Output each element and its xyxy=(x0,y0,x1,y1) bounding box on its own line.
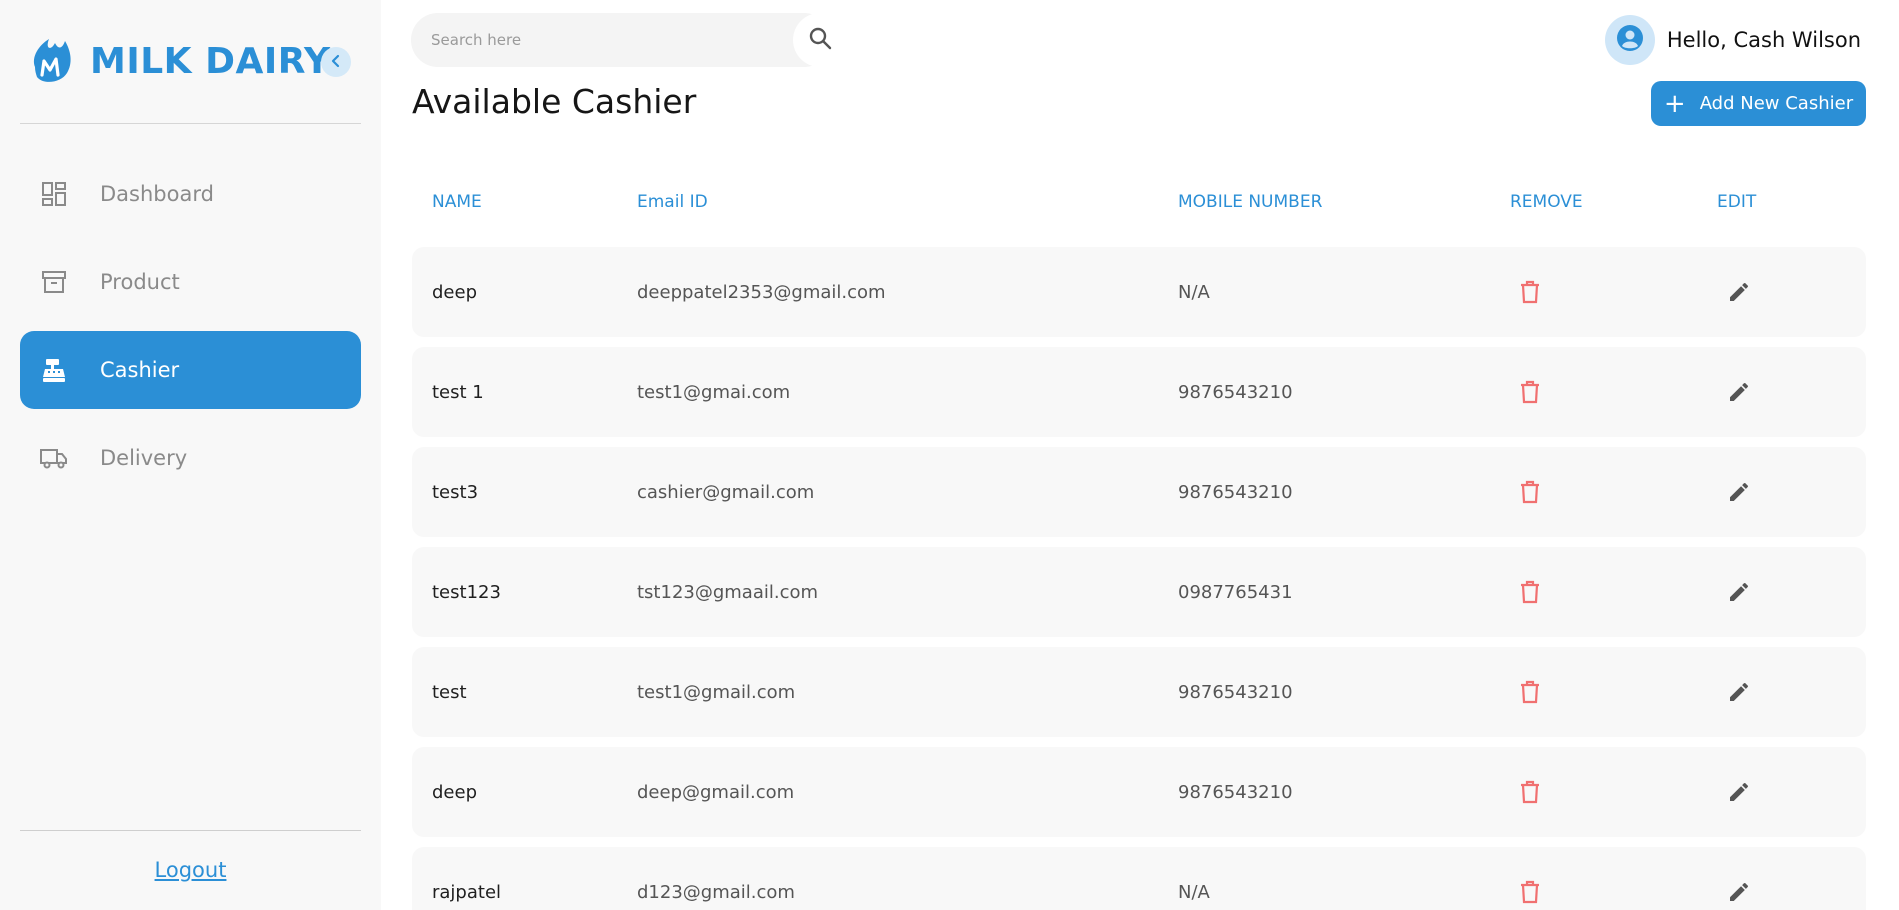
column-header-name: NAME xyxy=(432,192,482,212)
table-row: test3 cashier@gmail.com 9876543210 xyxy=(412,447,1866,537)
sidebar-item-delivery[interactable]: Delivery xyxy=(20,419,361,497)
edit-pencil-icon[interactable] xyxy=(1727,247,1751,337)
edit-pencil-icon[interactable] xyxy=(1727,547,1751,637)
user-circle-icon xyxy=(1616,24,1644,56)
cashier-mobile: 9876543210 xyxy=(1178,681,1293,703)
add-button-label: Add New Cashier xyxy=(1699,93,1854,114)
cashier-email: test1@gmail.com xyxy=(637,681,796,703)
sidebar-item-product[interactable]: Product xyxy=(20,243,361,321)
brand[interactable]: MILK DAIRY xyxy=(28,36,331,86)
cashier-mobile: N/A xyxy=(1178,281,1210,303)
cashier-name: rajpatel xyxy=(432,881,502,903)
add-new-cashier-button[interactable]: + Add New Cashier xyxy=(1651,81,1866,126)
cashier-name: deep xyxy=(432,281,477,303)
sidebar-item-cashier[interactable]: Cashier xyxy=(20,331,361,409)
edit-pencil-icon[interactable] xyxy=(1727,747,1751,837)
cash-register-icon xyxy=(40,356,68,384)
sidebar-nav: Dashboard Product Cashier Delivery xyxy=(20,155,361,507)
table-row: deep deeppatel2353@gmail.com N/A xyxy=(412,247,1866,337)
delete-icon[interactable] xyxy=(1520,647,1540,737)
cashier-email: deeppatel2353@gmail.com xyxy=(637,281,886,303)
cashier-mobile: 9876543210 xyxy=(1178,381,1293,403)
cashier-email: tst123@gmaail.com xyxy=(637,581,819,603)
milk-dairy-logo-icon xyxy=(28,36,74,86)
cashier-name: test 1 xyxy=(432,381,484,403)
user-profile[interactable]: Hello, Cash Wilson xyxy=(1604,14,1861,66)
column-header-edit: EDIT xyxy=(1717,192,1757,212)
delete-icon[interactable] xyxy=(1520,247,1540,337)
table-row: test 1 test1@gmai.com 9876543210 xyxy=(412,347,1866,437)
collapse-sidebar-button[interactable] xyxy=(321,47,351,77)
cashier-name: test xyxy=(432,681,467,703)
delete-icon[interactable] xyxy=(1520,547,1540,637)
cashier-mobile: 0987765431 xyxy=(1178,581,1293,603)
logout-container: Logout xyxy=(0,858,381,882)
truck-icon xyxy=(40,444,68,472)
table-header: NAME Email ID MOBILE NUMBER REMOVE EDIT xyxy=(412,188,1866,218)
sidebar: MILK DAIRY Dashboard Product Cashier Del… xyxy=(0,0,381,910)
table-row: deep deep@gmail.com 9876543210 xyxy=(412,747,1866,837)
cashier-name: test3 xyxy=(432,481,479,503)
cashier-mobile: N/A xyxy=(1178,881,1210,903)
search-bar xyxy=(411,13,831,67)
table-row: test123 tst123@gmaail.com 0987765431 xyxy=(412,547,1866,637)
sidebar-item-label: Delivery xyxy=(100,446,188,470)
plus-icon: + xyxy=(1663,88,1686,119)
cashier-name: test123 xyxy=(432,581,501,603)
cashier-mobile: 9876543210 xyxy=(1178,781,1293,803)
brand-name: MILK DAIRY xyxy=(90,40,331,82)
chevron-left-icon xyxy=(329,53,343,72)
delete-icon[interactable] xyxy=(1520,347,1540,437)
table-row: rajpatel d123@gmail.com N/A xyxy=(412,847,1866,910)
avatar xyxy=(1604,15,1655,65)
column-header-mobile: MOBILE NUMBER xyxy=(1178,192,1323,212)
cashier-name: deep xyxy=(432,781,477,803)
page-title: Available Cashier xyxy=(412,82,697,121)
cashier-table-body: deep deeppatel2353@gmail.com N/A test 1 … xyxy=(412,247,1866,910)
delete-icon[interactable] xyxy=(1520,847,1540,910)
sidebar-item-dashboard[interactable]: Dashboard xyxy=(20,155,361,233)
sidebar-item-label: Product xyxy=(100,270,180,294)
cashier-email: cashier@gmail.com xyxy=(637,481,815,503)
search-icon xyxy=(808,26,832,54)
edit-pencil-icon[interactable] xyxy=(1727,347,1751,437)
column-header-email: Email ID xyxy=(637,192,708,212)
archive-box-icon xyxy=(40,268,68,296)
column-header-remove: REMOVE xyxy=(1510,192,1583,212)
sidebar-divider xyxy=(20,123,361,124)
sidebar-item-label: Cashier xyxy=(100,358,180,382)
table-row: test test1@gmail.com 9876543210 xyxy=(412,647,1866,737)
delete-icon[interactable] xyxy=(1520,747,1540,837)
cashier-email: deep@gmail.com xyxy=(637,781,795,803)
user-greeting: Hello, Cash Wilson xyxy=(1666,28,1861,52)
search-button[interactable] xyxy=(793,13,847,67)
edit-pencil-icon[interactable] xyxy=(1727,647,1751,737)
sidebar-item-label: Dashboard xyxy=(100,182,214,206)
dashboard-icon xyxy=(40,180,68,208)
edit-pencil-icon[interactable] xyxy=(1727,447,1751,537)
search-input[interactable] xyxy=(431,13,771,67)
delete-icon[interactable] xyxy=(1520,447,1540,537)
logout-link[interactable]: Logout xyxy=(155,858,227,882)
sidebar-divider xyxy=(20,830,361,831)
cashier-mobile: 9876543210 xyxy=(1178,481,1293,503)
cashier-email: d123@gmail.com xyxy=(637,881,795,903)
edit-pencil-icon[interactable] xyxy=(1727,847,1751,910)
cashier-email: test1@gmai.com xyxy=(637,381,791,403)
